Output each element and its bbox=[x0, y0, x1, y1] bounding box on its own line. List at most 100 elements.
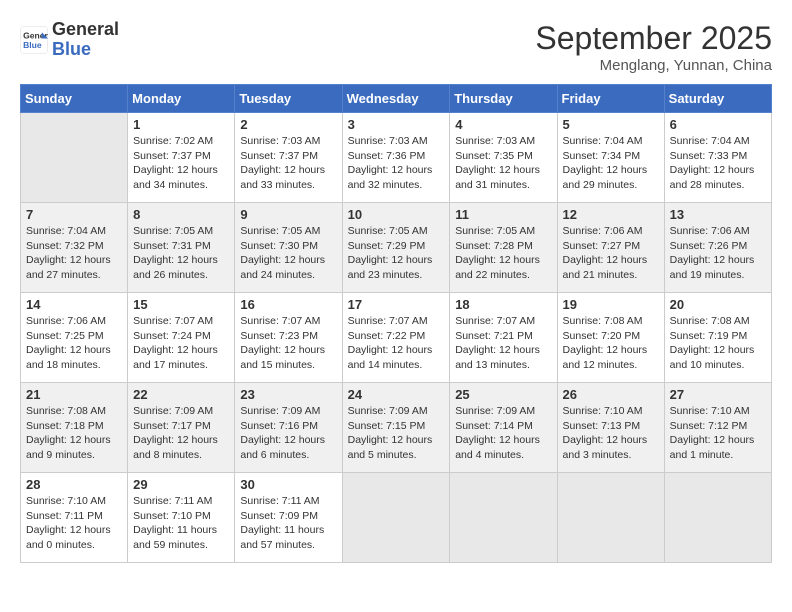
day-number: 1 bbox=[133, 117, 229, 132]
day-info: Sunrise: 7:11 AMSunset: 7:10 PMDaylight:… bbox=[133, 494, 229, 553]
svg-text:Blue: Blue bbox=[23, 40, 42, 50]
day-number: 22 bbox=[133, 387, 229, 402]
calendar-week-2: 7 Sunrise: 7:04 AMSunset: 7:32 PMDaylight… bbox=[21, 203, 772, 293]
day-number: 9 bbox=[240, 207, 336, 222]
header-thursday: Thursday bbox=[450, 85, 557, 113]
day-info: Sunrise: 7:08 AMSunset: 7:19 PMDaylight:… bbox=[670, 314, 766, 373]
calendar-cell: 3 Sunrise: 7:03 AMSunset: 7:36 PMDaylight… bbox=[342, 113, 450, 203]
header-tuesday: Tuesday bbox=[235, 85, 342, 113]
header-wednesday: Wednesday bbox=[342, 85, 450, 113]
day-info: Sunrise: 7:08 AMSunset: 7:18 PMDaylight:… bbox=[26, 404, 122, 463]
day-info: Sunrise: 7:10 AMSunset: 7:13 PMDaylight:… bbox=[563, 404, 659, 463]
day-info: Sunrise: 7:05 AMSunset: 7:30 PMDaylight:… bbox=[240, 224, 336, 283]
logo-line2: Blue bbox=[52, 40, 119, 60]
day-number: 20 bbox=[670, 297, 766, 312]
calendar-cell bbox=[21, 113, 128, 203]
calendar-cell: 22 Sunrise: 7:09 AMSunset: 7:17 PMDayligh… bbox=[128, 383, 235, 473]
day-number: 17 bbox=[348, 297, 445, 312]
day-number: 3 bbox=[348, 117, 445, 132]
day-number: 16 bbox=[240, 297, 336, 312]
calendar-week-1: 1 Sunrise: 7:02 AMSunset: 7:37 PMDaylight… bbox=[21, 113, 772, 203]
logo-icon: General Blue bbox=[20, 26, 48, 54]
calendar-cell: 5 Sunrise: 7:04 AMSunset: 7:34 PMDaylight… bbox=[557, 113, 664, 203]
logo-line1: General bbox=[52, 20, 119, 40]
day-info: Sunrise: 7:02 AMSunset: 7:37 PMDaylight:… bbox=[133, 134, 229, 193]
day-info: Sunrise: 7:05 AMSunset: 7:29 PMDaylight:… bbox=[348, 224, 445, 283]
calendar-cell: 26 Sunrise: 7:10 AMSunset: 7:13 PMDayligh… bbox=[557, 383, 664, 473]
day-number: 15 bbox=[133, 297, 229, 312]
day-info: Sunrise: 7:09 AMSunset: 7:15 PMDaylight:… bbox=[348, 404, 445, 463]
calendar-cell: 23 Sunrise: 7:09 AMSunset: 7:16 PMDayligh… bbox=[235, 383, 342, 473]
calendar-cell: 27Sunrise: 7:10 AMSunset: 7:12 PMDayligh… bbox=[664, 383, 771, 473]
calendar-cell: 30 Sunrise: 7:11 AMSunset: 7:09 PMDayligh… bbox=[235, 473, 342, 563]
calendar-cell: 17 Sunrise: 7:07 AMSunset: 7:22 PMDayligh… bbox=[342, 293, 450, 383]
day-info: Sunrise: 7:09 AMSunset: 7:14 PMDaylight:… bbox=[455, 404, 551, 463]
calendar-cell bbox=[342, 473, 450, 563]
calendar-week-4: 21 Sunrise: 7:08 AMSunset: 7:18 PMDayligh… bbox=[21, 383, 772, 473]
day-info: Sunrise: 7:07 AMSunset: 7:22 PMDaylight:… bbox=[348, 314, 445, 373]
day-info: Sunrise: 7:03 AMSunset: 7:37 PMDaylight:… bbox=[240, 134, 336, 193]
calendar-cell: 18Sunrise: 7:07 AMSunset: 7:21 PMDayligh… bbox=[450, 293, 557, 383]
day-info: Sunrise: 7:09 AMSunset: 7:16 PMDaylight:… bbox=[240, 404, 336, 463]
calendar-cell: 24Sunrise: 7:09 AMSunset: 7:15 PMDayligh… bbox=[342, 383, 450, 473]
calendar-body: 1 Sunrise: 7:02 AMSunset: 7:37 PMDaylight… bbox=[21, 113, 772, 563]
day-info: Sunrise: 7:06 AMSunset: 7:25 PMDaylight:… bbox=[26, 314, 122, 373]
calendar-cell: 10 Sunrise: 7:05 AMSunset: 7:29 PMDayligh… bbox=[342, 203, 450, 293]
title-block: September 2025 Menglang, Yunnan, China bbox=[535, 20, 772, 74]
calendar-cell: 12 Sunrise: 7:06 AMSunset: 7:27 PMDayligh… bbox=[557, 203, 664, 293]
day-info: Sunrise: 7:08 AMSunset: 7:20 PMDaylight:… bbox=[563, 314, 659, 373]
calendar-cell bbox=[450, 473, 557, 563]
day-info: Sunrise: 7:05 AMSunset: 7:31 PMDaylight:… bbox=[133, 224, 229, 283]
day-info: Sunrise: 7:04 AMSunset: 7:33 PMDaylight:… bbox=[670, 134, 766, 193]
day-info: Sunrise: 7:07 AMSunset: 7:23 PMDaylight:… bbox=[240, 314, 336, 373]
location: Menglang, Yunnan, China bbox=[535, 57, 772, 74]
day-info: Sunrise: 7:05 AMSunset: 7:28 PMDaylight:… bbox=[455, 224, 551, 283]
day-info: Sunrise: 7:07 AMSunset: 7:24 PMDaylight:… bbox=[133, 314, 229, 373]
day-info: Sunrise: 7:10 AMSunset: 7:11 PMDaylight:… bbox=[26, 494, 122, 553]
day-number: 7 bbox=[26, 207, 122, 222]
header-saturday: Saturday bbox=[664, 85, 771, 113]
page-header: General Blue General Blue September 2025… bbox=[20, 20, 772, 74]
calendar-cell bbox=[557, 473, 664, 563]
day-number: 5 bbox=[563, 117, 659, 132]
day-number: 23 bbox=[240, 387, 336, 402]
day-number: 11 bbox=[455, 207, 551, 222]
calendar-cell: 11 Sunrise: 7:05 AMSunset: 7:28 PMDayligh… bbox=[450, 203, 557, 293]
day-number: 12 bbox=[563, 207, 659, 222]
calendar-header: Sunday Monday Tuesday Wednesday Thursday… bbox=[21, 85, 772, 113]
day-number: 2 bbox=[240, 117, 336, 132]
day-number: 29 bbox=[133, 477, 229, 492]
day-number: 26 bbox=[563, 387, 659, 402]
header-row: Sunday Monday Tuesday Wednesday Thursday… bbox=[21, 85, 772, 113]
day-info: Sunrise: 7:03 AMSunset: 7:36 PMDaylight:… bbox=[348, 134, 445, 193]
day-number: 30 bbox=[240, 477, 336, 492]
calendar-cell: 29 Sunrise: 7:11 AMSunset: 7:10 PMDayligh… bbox=[128, 473, 235, 563]
calendar-cell: 28Sunrise: 7:10 AMSunset: 7:11 PMDayligh… bbox=[21, 473, 128, 563]
day-info: Sunrise: 7:03 AMSunset: 7:35 PMDaylight:… bbox=[455, 134, 551, 193]
day-number: 19 bbox=[563, 297, 659, 312]
calendar-week-3: 14 Sunrise: 7:06 AMSunset: 7:25 PMDayligh… bbox=[21, 293, 772, 383]
day-number: 6 bbox=[670, 117, 766, 132]
header-monday: Monday bbox=[128, 85, 235, 113]
day-info: Sunrise: 7:06 AMSunset: 7:26 PMDaylight:… bbox=[670, 224, 766, 283]
header-sunday: Sunday bbox=[21, 85, 128, 113]
calendar-cell: 21 Sunrise: 7:08 AMSunset: 7:18 PMDayligh… bbox=[21, 383, 128, 473]
day-info: Sunrise: 7:10 AMSunset: 7:12 PMDaylight:… bbox=[670, 404, 766, 463]
calendar-cell: 20 Sunrise: 7:08 AMSunset: 7:19 PMDayligh… bbox=[664, 293, 771, 383]
calendar-cell: 1 Sunrise: 7:02 AMSunset: 7:37 PMDaylight… bbox=[128, 113, 235, 203]
calendar-cell: 2 Sunrise: 7:03 AMSunset: 7:37 PMDaylight… bbox=[235, 113, 342, 203]
day-number: 14 bbox=[26, 297, 122, 312]
logo: General Blue General Blue bbox=[20, 20, 119, 60]
day-info: Sunrise: 7:11 AMSunset: 7:09 PMDaylight:… bbox=[240, 494, 336, 553]
day-info: Sunrise: 7:04 AMSunset: 7:34 PMDaylight:… bbox=[563, 134, 659, 193]
day-info: Sunrise: 7:06 AMSunset: 7:27 PMDaylight:… bbox=[563, 224, 659, 283]
calendar-cell: 6 Sunrise: 7:04 AMSunset: 7:33 PMDaylight… bbox=[664, 113, 771, 203]
day-number: 21 bbox=[26, 387, 122, 402]
day-info: Sunrise: 7:04 AMSunset: 7:32 PMDaylight:… bbox=[26, 224, 122, 283]
day-number: 10 bbox=[348, 207, 445, 222]
month-title: September 2025 bbox=[535, 20, 772, 57]
day-number: 18 bbox=[455, 297, 551, 312]
calendar-cell: 16 Sunrise: 7:07 AMSunset: 7:23 PMDayligh… bbox=[235, 293, 342, 383]
day-info: Sunrise: 7:09 AMSunset: 7:17 PMDaylight:… bbox=[133, 404, 229, 463]
calendar-cell: 15 Sunrise: 7:07 AMSunset: 7:24 PMDayligh… bbox=[128, 293, 235, 383]
